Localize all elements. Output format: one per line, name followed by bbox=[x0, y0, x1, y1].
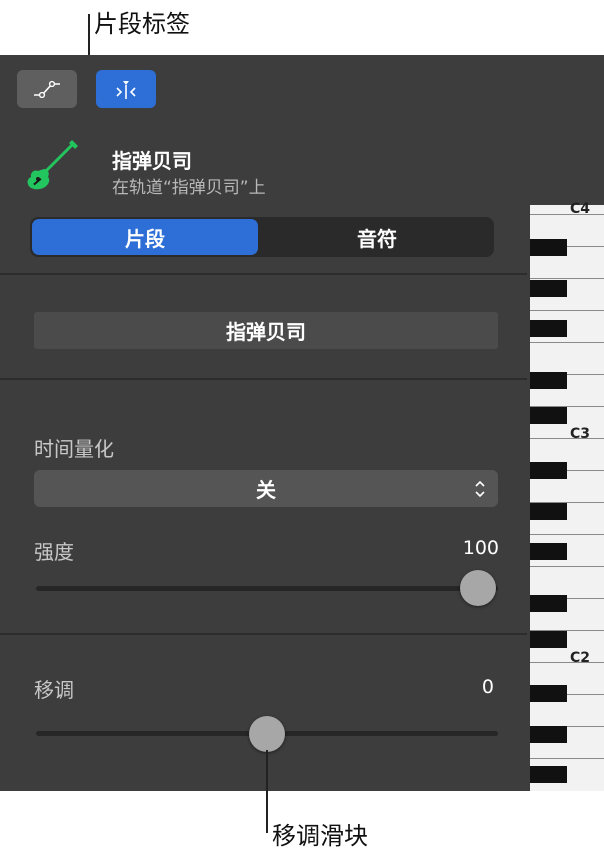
black-key[interactable] bbox=[530, 631, 567, 648]
black-key[interactable] bbox=[530, 407, 567, 424]
black-key[interactable] bbox=[530, 280, 567, 297]
keyboard-label-c3: C3 bbox=[570, 426, 591, 442]
white-key-edge bbox=[530, 758, 604, 759]
up-down-chevron-icon bbox=[475, 480, 485, 498]
black-key[interactable] bbox=[530, 766, 567, 783]
piano-keyboard[interactable]: C4 C3 C2 bbox=[530, 201, 604, 791]
callout-transpose-slider: 移调滑块 bbox=[272, 822, 368, 850]
black-key[interactable] bbox=[530, 685, 567, 702]
black-key[interactable] bbox=[530, 543, 567, 560]
transpose-value: 0 bbox=[481, 676, 494, 698]
region-inspector-button[interactable] bbox=[96, 70, 156, 108]
region-inspector-panel: 指弹贝司 在轨道“指弹贝司”上 片段 音符 指弹贝司 时间量化 关 强度 100… bbox=[0, 55, 604, 791]
section-divider bbox=[0, 378, 527, 380]
tab-region[interactable]: 片段 bbox=[32, 219, 258, 255]
velocity-value: 100 bbox=[462, 537, 499, 559]
white-key-edge bbox=[530, 310, 604, 311]
black-key[interactable] bbox=[530, 372, 567, 389]
black-key[interactable] bbox=[530, 503, 567, 520]
black-key[interactable] bbox=[530, 462, 567, 479]
region-name-field[interactable]: 指弹贝司 bbox=[34, 312, 498, 349]
white-key-edge bbox=[530, 566, 604, 567]
velocity-slider-knob[interactable] bbox=[460, 570, 496, 606]
white-key-edge bbox=[530, 278, 604, 279]
section-divider bbox=[0, 633, 527, 635]
quantize-value: 关 bbox=[256, 478, 276, 502]
velocity-slider-track[interactable] bbox=[36, 586, 498, 591]
automation-curve-icon bbox=[34, 80, 60, 98]
black-key[interactable] bbox=[530, 320, 567, 337]
black-key[interactable] bbox=[530, 239, 567, 256]
callout-leader-line-bottom bbox=[266, 750, 268, 833]
quantize-popup[interactable]: 关 bbox=[34, 470, 498, 507]
velocity-label: 强度 bbox=[34, 540, 74, 564]
region-inspector-icon bbox=[116, 81, 136, 99]
track-subtitle: 在轨道“指弹贝司”上 bbox=[112, 178, 266, 198]
region-notes-segmented-control: 片段 音符 bbox=[30, 217, 494, 257]
black-key[interactable] bbox=[530, 595, 567, 612]
keyboard-label-c2: C2 bbox=[570, 650, 591, 666]
white-key-edge bbox=[530, 438, 604, 439]
transpose-label: 移调 bbox=[34, 678, 74, 702]
white-key-edge bbox=[530, 662, 604, 663]
callout-region-tab-label: 片段标签 bbox=[94, 10, 190, 38]
transpose-slider-knob[interactable] bbox=[249, 716, 285, 752]
quantize-label: 时间量化 bbox=[34, 437, 114, 461]
section-divider bbox=[0, 273, 527, 275]
track-name: 指弹贝司 bbox=[112, 149, 192, 173]
white-key-edge bbox=[530, 534, 604, 535]
white-key-edge bbox=[530, 342, 604, 343]
automation-button[interactable] bbox=[17, 70, 77, 108]
tab-notes[interactable]: 音符 bbox=[262, 219, 492, 255]
bass-guitar-icon bbox=[27, 140, 78, 190]
black-key[interactable] bbox=[530, 726, 567, 743]
white-key-edge bbox=[530, 214, 604, 215]
